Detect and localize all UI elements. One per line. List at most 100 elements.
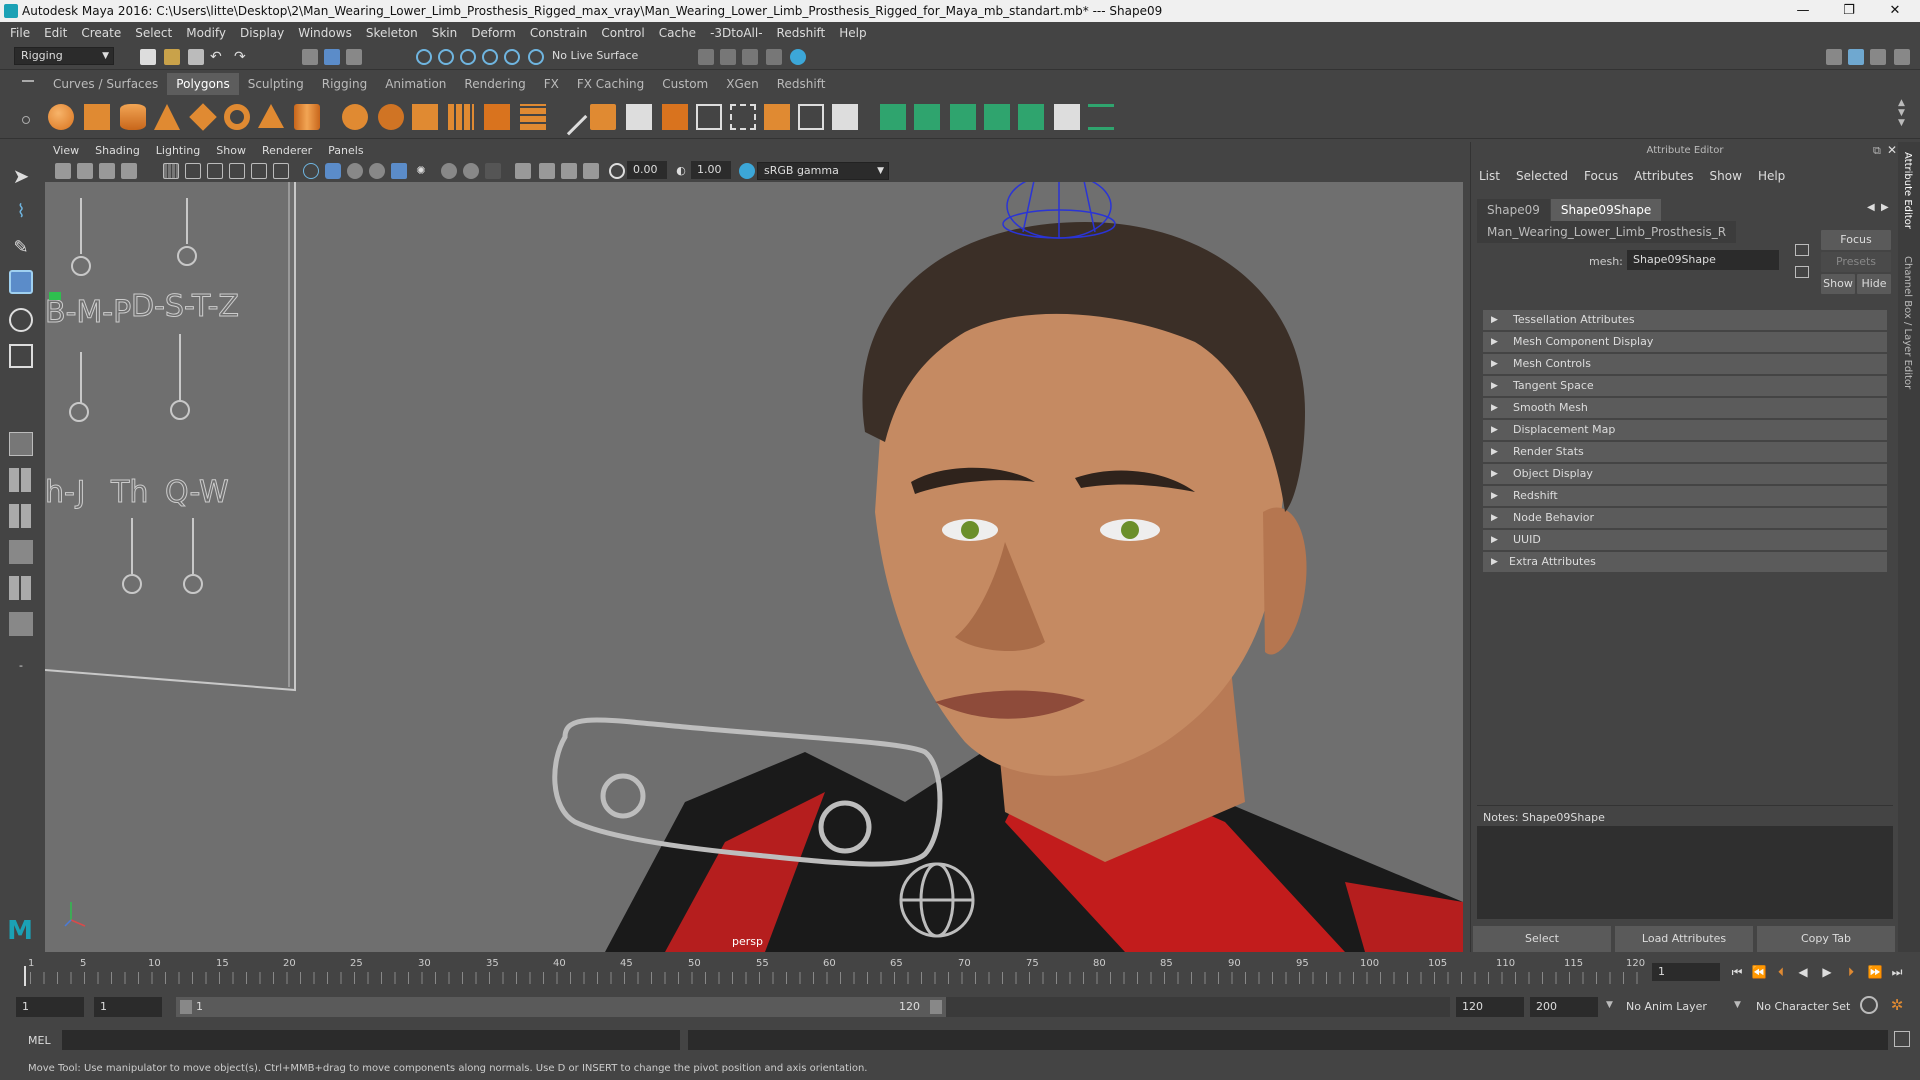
ambient-occlusion-icon[interactable] [441,163,457,179]
step-forward-frame-icon[interactable]: ⏵ [1842,963,1860,981]
step-back-frame-icon[interactable]: ⏴ [1772,963,1790,981]
go-to-end-icon[interactable]: ⏭ [1888,963,1906,981]
shelf-tab-xgen[interactable]: XGen [717,73,768,95]
ae-menu-list[interactable]: List [1471,166,1508,186]
animation-preferences-icon[interactable]: ✲ [1888,996,1906,1014]
notes-text-area[interactable] [1477,826,1893,919]
film-gate-icon[interactable] [185,163,201,179]
section-uuid[interactable]: ▶ UUID [1483,530,1887,550]
wireframe-icon[interactable] [303,163,319,179]
shelf-tab-custom[interactable]: Custom [653,73,717,95]
menu-windows[interactable]: Windows [291,22,359,44]
shelf-scroll-arrows-icon[interactable]: ▲ ▼ ▼ [1898,98,1905,128]
viewport-menu-lighting[interactable]: Lighting [148,142,208,160]
hypershade-icon[interactable] [766,49,782,65]
fill-hole-icon[interactable] [764,104,790,130]
sculpt-icon[interactable] [832,104,858,130]
color-management-icon[interactable] [739,163,755,179]
shelf-tab-animation[interactable]: Animation [376,73,455,95]
gamma-icon[interactable]: ◐ [673,163,689,179]
bevel-icon[interactable] [448,104,474,130]
textured-icon[interactable] [369,163,385,179]
copy-tab-button[interactable]: Copy Tab [1757,926,1895,952]
bookmarks-icon[interactable] [99,163,115,179]
play-backwards-icon[interactable]: ◀ [1794,963,1812,981]
shelf-tab-rigging[interactable]: Rigging [313,73,376,95]
scale-tool-icon[interactable] [9,344,33,368]
float-panel-icon[interactable]: ⧉ [1873,144,1881,158]
grid-toggle-icon[interactable] [163,163,179,179]
rotate-tool-icon[interactable] [9,308,33,332]
range-slider[interactable]: 1 120 [176,997,946,1017]
anim-layer-dropdown[interactable]: No Anim Layer [1626,1000,1726,1013]
shelf-tab-fx-caching[interactable]: FX Caching [568,73,653,95]
save-scene-icon[interactable] [188,49,204,65]
character-set-dropdown[interactable]: No Character Set [1756,1000,1864,1013]
select-by-hierarchy-icon[interactable] [302,49,318,65]
modeling-toolkit-icon[interactable] [1826,49,1842,65]
tool-settings-icon[interactable] [1870,49,1886,65]
snap-view-plane-icon[interactable] [482,49,498,65]
chevron-down-icon[interactable]: ▼ [1734,1000,1741,1010]
current-frame-field[interactable]: 1 [1652,963,1720,981]
exposure-icon[interactable] [609,163,625,179]
uv-planar-icon[interactable] [880,104,906,130]
ae-menu-show[interactable]: Show [1702,166,1750,186]
viewport-menu-shading[interactable]: Shading [87,142,148,160]
close-button[interactable]: ✕ [1872,0,1918,22]
menu-set-dropdown[interactable]: Rigging ▼ [14,47,114,65]
animation-end-field[interactable]: 200 [1530,997,1598,1017]
range-end-handle[interactable] [930,1000,942,1014]
menu-create[interactable]: Create [74,22,128,44]
close-panel-icon[interactable]: ✕ [1887,143,1897,157]
step-forward-key-icon[interactable]: ⏩ [1866,963,1884,981]
offset-edge-loop-icon[interactable] [696,104,722,130]
menu-skeleton[interactable]: Skeleton [359,22,425,44]
poly-cube-icon[interactable] [84,104,110,130]
section-tangent-space[interactable]: ▶ Tangent Space [1483,376,1887,396]
xray-joints-icon[interactable] [561,163,577,179]
menu-select[interactable]: Select [128,22,179,44]
section-extra-attributes[interactable]: ▶ Extra Attributes [1483,552,1887,572]
color-space-dropdown[interactable]: sRGB gamma ▼ [757,162,889,180]
auto-key-icon[interactable] [1860,996,1878,1014]
restore-button[interactable]: ❐ [1826,0,1872,22]
select-by-component-icon[interactable] [346,49,362,65]
range-slider-track[interactable] [946,997,1450,1017]
new-scene-icon[interactable] [140,49,156,65]
poly-torus-icon[interactable] [224,104,250,130]
lasso-tool-icon[interactable]: ⌇ [9,200,33,224]
field-chart-icon[interactable] [251,163,267,179]
smooth-shade-icon[interactable] [325,163,341,179]
four-pane-layout-icon[interactable] [9,468,33,492]
undo-icon[interactable]: ↶ [210,49,226,65]
perspective-viewport[interactable]: B-M-P D-S-T-Z h-J Th Q-W [45,182,1463,952]
shelf-tab-sculpting[interactable]: Sculpting [239,73,313,95]
animation-start-field[interactable]: 1 [16,997,84,1017]
uv-spherical-icon[interactable] [950,104,976,130]
menu-help[interactable]: Help [832,22,873,44]
play-forwards-icon[interactable]: ▶ [1818,963,1836,981]
section-redshift[interactable]: ▶ Redshift [1483,486,1887,506]
menu-constrain[interactable]: Constrain [523,22,595,44]
shelf-tab-polygons[interactable]: Polygons [167,73,239,95]
load-attributes-button[interactable]: Load Attributes [1615,926,1753,952]
resolution-gate-icon[interactable] [207,163,223,179]
anti-aliasing-icon[interactable] [485,163,501,179]
move-tool-icon[interactable] [9,270,33,294]
range-start-handle[interactable] [180,1000,192,1014]
poly-cylinder-icon[interactable] [120,104,146,130]
attribute-editor-toggle-icon[interactable] [1848,49,1864,65]
ae-menu-help[interactable]: Help [1750,166,1793,186]
smooth-icon[interactable] [412,104,438,130]
single-pane-layout-icon[interactable] [9,432,33,456]
snap-surface-icon[interactable] [504,49,520,65]
poly-sphere-icon[interactable] [48,104,74,130]
bridge-icon[interactable] [520,104,546,130]
viewport-menu-view[interactable]: View [45,142,87,160]
live-surface-label[interactable]: No Live Surface [552,49,638,62]
wireframe-on-shaded-icon[interactable] [347,163,363,179]
step-back-key-icon[interactable]: ⏪ [1750,963,1768,981]
channel-box-toggle-icon[interactable] [1894,49,1910,65]
connect-icon[interactable] [626,104,652,130]
